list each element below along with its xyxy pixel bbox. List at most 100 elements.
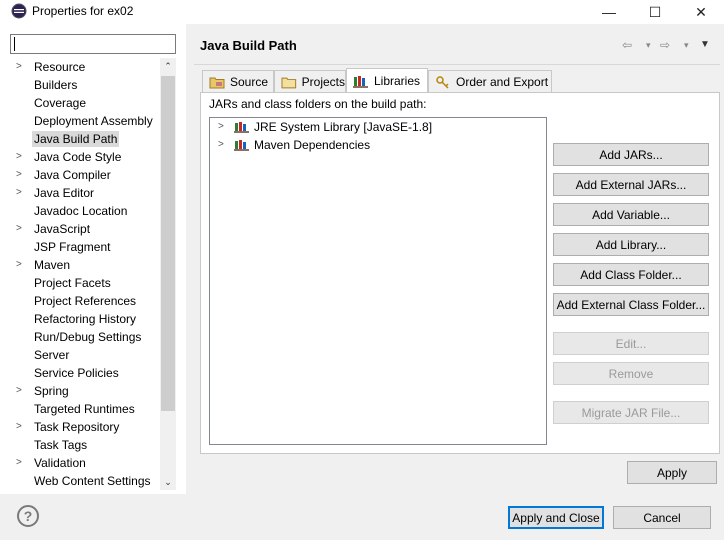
expand-arrow-icon[interactable]: > bbox=[218, 118, 224, 136]
tree-item-label: Project Facets bbox=[34, 276, 111, 290]
expand-arrow-icon[interactable]: > bbox=[16, 454, 26, 472]
tree-item-label: Javadoc Location bbox=[34, 204, 128, 218]
tab-libraries[interactable]: Libraries bbox=[346, 68, 428, 92]
tab-projects[interactable]: Projects bbox=[274, 70, 346, 92]
tree-item-label: Validation bbox=[34, 456, 86, 470]
apply-and-close-button[interactable]: Apply and Close bbox=[508, 506, 604, 529]
help-icon[interactable]: ? bbox=[17, 505, 39, 527]
tree-item[interactable]: > Validation bbox=[0, 454, 160, 472]
tab-label: Order and Export bbox=[456, 74, 549, 89]
tree-item[interactable]: Run/Debug Settings bbox=[0, 328, 160, 346]
expand-arrow-icon[interactable]: > bbox=[16, 148, 26, 166]
expand-arrow-icon[interactable]: > bbox=[16, 418, 26, 436]
forward-dropdown-icon[interactable]: ▾ bbox=[684, 40, 689, 51]
tree-item-label: Maven bbox=[34, 258, 71, 272]
tree-item-label: Refactoring History bbox=[34, 312, 137, 326]
tab-label: Projects bbox=[301, 74, 345, 89]
window-title: Properties for ex02 bbox=[32, 4, 134, 18]
tree-item[interactable]: Web Content Settings bbox=[0, 472, 160, 490]
build-path-entries-tree[interactable]: > JRE System Library [JavaSE-1.8] > Mave… bbox=[209, 117, 547, 445]
tree-item[interactable]: Builders bbox=[0, 76, 160, 94]
library-label: JRE System Library [JavaSE-1.8] bbox=[254, 120, 433, 134]
tree-item[interactable]: Deployment Assembly bbox=[0, 112, 160, 130]
tree-item-label: Java Build Path bbox=[32, 131, 120, 147]
tree-item[interactable]: > Resource bbox=[0, 58, 160, 76]
expand-arrow-icon[interactable]: > bbox=[218, 136, 224, 154]
text-caret bbox=[14, 37, 15, 51]
edit-button[interactable]: Edit... bbox=[553, 332, 709, 355]
back-dropdown-icon[interactable]: ▾ bbox=[646, 40, 651, 51]
cancel-button[interactable]: Cancel bbox=[613, 506, 711, 529]
add-library-button[interactable]: Add Library... bbox=[553, 233, 709, 256]
tree-item-label: Task Tags bbox=[34, 438, 88, 452]
tree-item[interactable]: > Maven bbox=[0, 256, 160, 274]
tree-scrollbar[interactable]: ⌃ ⌄ bbox=[160, 58, 176, 490]
property-tree: > Resource Builders Coverage Deployment Asse… bbox=[0, 58, 160, 490]
tree-item-label: Builders bbox=[34, 78, 78, 92]
eclipse-app-icon bbox=[11, 3, 27, 19]
expand-arrow-icon[interactable]: > bbox=[16, 220, 26, 238]
tree-item-label: JavaScript bbox=[34, 222, 91, 236]
tab-order-and-export[interactable]: Order and Export bbox=[428, 70, 552, 92]
expand-arrow-icon[interactable]: > bbox=[16, 184, 26, 202]
tree-item[interactable]: Project Facets bbox=[0, 274, 160, 292]
migrate-jar-button[interactable]: Migrate JAR File... bbox=[553, 401, 709, 424]
libraries-caption: JARs and class folders on the build path… bbox=[209, 97, 427, 111]
tree-item[interactable]: Java Build Path bbox=[0, 130, 160, 148]
tree-item[interactable]: Javadoc Location bbox=[0, 202, 160, 220]
close-button[interactable]: ✕ bbox=[678, 0, 724, 24]
tree-item[interactable]: > JavaScript bbox=[0, 220, 160, 238]
tree-item-label: Java Code Style bbox=[34, 150, 122, 164]
source-folder-icon bbox=[209, 77, 225, 88]
scroll-down-arrow-icon[interactable]: ⌄ bbox=[160, 474, 176, 490]
minimize-button[interactable]: — bbox=[586, 0, 632, 24]
add-variable-button[interactable]: Add Variable... bbox=[553, 203, 709, 226]
divider bbox=[194, 64, 720, 65]
tree-item[interactable]: > Java Editor bbox=[0, 184, 160, 202]
scroll-thumb[interactable] bbox=[161, 76, 175, 411]
add-external-class-folder-button[interactable]: Add External Class Folder... bbox=[553, 293, 709, 316]
tree-item[interactable]: > Java Compiler bbox=[0, 166, 160, 184]
tab-label: Libraries bbox=[374, 73, 421, 88]
add-class-folder-button[interactable]: Add Class Folder... bbox=[553, 263, 709, 286]
tree-item-label: Service Policies bbox=[34, 366, 119, 380]
order-export-icon bbox=[436, 75, 449, 89]
add-jars-button[interactable]: Add JARs... bbox=[553, 143, 709, 166]
scroll-up-arrow-icon[interactable]: ⌃ bbox=[160, 58, 176, 74]
expand-arrow-icon[interactable]: > bbox=[16, 58, 26, 76]
page-title: Java Build Path bbox=[200, 38, 297, 53]
filter-input[interactable] bbox=[10, 34, 176, 54]
add-external-jars-button[interactable]: Add External JARs... bbox=[553, 173, 709, 196]
remove-button[interactable]: Remove bbox=[553, 362, 709, 385]
tree-item-label: Coverage bbox=[34, 96, 87, 110]
tree-item[interactable]: Coverage bbox=[0, 94, 160, 112]
view-menu-icon[interactable]: ▼ bbox=[700, 39, 710, 50]
expand-arrow-icon[interactable]: > bbox=[16, 256, 26, 274]
tree-item[interactable]: Service Policies bbox=[0, 364, 160, 382]
forward-arrow-icon[interactable]: ⇨ bbox=[660, 38, 670, 52]
tree-item[interactable]: > Task Repository bbox=[0, 418, 160, 436]
expand-arrow-icon[interactable]: > bbox=[16, 166, 26, 184]
tree-item[interactable]: Server bbox=[0, 346, 160, 364]
tree-item-label: JSP Fragment bbox=[34, 240, 111, 254]
tree-item[interactable]: > Java Code Style bbox=[0, 148, 160, 166]
tree-item[interactable]: Task Tags bbox=[0, 436, 160, 454]
maximize-button[interactable]: ☐ bbox=[632, 0, 678, 24]
tree-item[interactable]: Targeted Runtimes bbox=[0, 400, 160, 418]
tab-source[interactable]: Source bbox=[202, 70, 274, 92]
library-entry-jre[interactable]: > JRE System Library [JavaSE-1.8] bbox=[210, 118, 546, 136]
library-icon bbox=[234, 140, 249, 151]
tree-item-label: Project References bbox=[34, 294, 137, 308]
library-entry-maven[interactable]: > Maven Dependencies bbox=[210, 136, 546, 154]
tree-item[interactable]: > Spring bbox=[0, 382, 160, 400]
tree-item[interactable]: Refactoring History bbox=[0, 310, 160, 328]
library-icon bbox=[234, 122, 249, 133]
libraries-icon bbox=[353, 75, 368, 88]
tree-item-label: Task Repository bbox=[34, 420, 120, 434]
back-arrow-icon[interactable]: ⇦ bbox=[622, 38, 632, 52]
expand-arrow-icon[interactable]: > bbox=[16, 382, 26, 400]
apply-button[interactable]: Apply bbox=[627, 461, 717, 484]
projects-icon bbox=[281, 77, 297, 88]
tree-item[interactable]: Project References bbox=[0, 292, 160, 310]
tree-item[interactable]: JSP Fragment bbox=[0, 238, 160, 256]
